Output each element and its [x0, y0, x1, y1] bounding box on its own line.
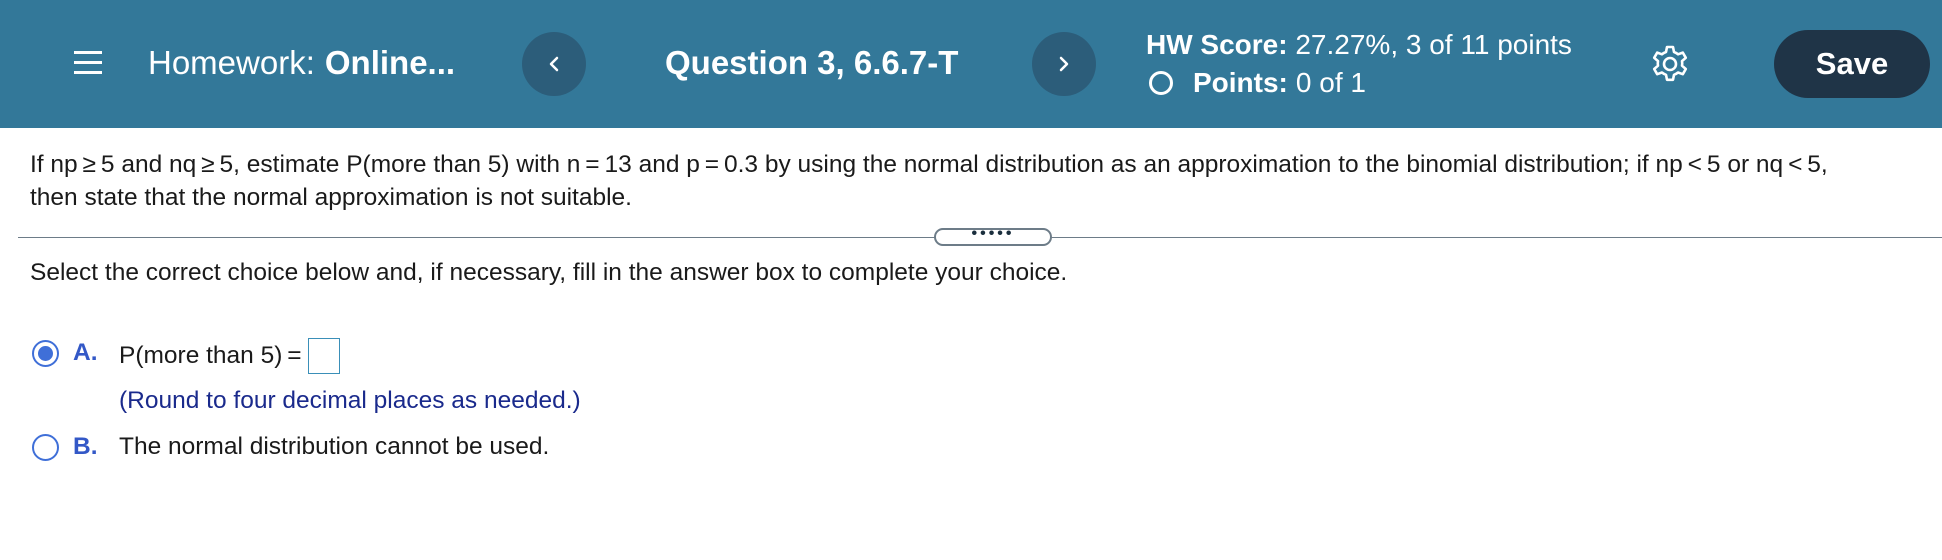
choice-b-letter: B.	[73, 433, 98, 460]
choice-a-body: P(more than 5) = (Round to four decimal …	[119, 338, 581, 416]
question-title: Question 3, 6.6.7-T	[665, 44, 959, 81]
choice-b-radio[interactable]	[32, 434, 59, 461]
chevron-right-icon	[1059, 56, 1069, 72]
points-row: Points: 0 of 1	[1146, 64, 1572, 102]
choice-a-answer-line: P(more than 5) =	[119, 338, 581, 374]
choice-a-text: P(more than 5) =	[119, 342, 302, 369]
chevron-left-icon	[549, 56, 559, 72]
hw-score-value: 27.27%, 3 of 11 points	[1295, 29, 1572, 60]
instruction-text: Select the correct choice below and, if …	[30, 259, 1068, 286]
rounding-hint: (Round to four decimal places as needed.…	[119, 387, 581, 414]
hw-score-label: HW Score:	[1146, 29, 1288, 60]
choice-a[interactable]: A. P(more than 5) = (Round to four decim…	[32, 338, 581, 416]
choice-b[interactable]: B. The normal distribution cannot be use…	[32, 432, 549, 462]
choice-a-letter: A.	[73, 339, 98, 366]
points-label: Points:	[1193, 67, 1288, 98]
homework-title[interactable]: Homework: Online...	[148, 44, 455, 82]
gear-icon[interactable]	[1650, 44, 1690, 84]
points-value: 0 of 1	[1295, 67, 1366, 98]
save-button[interactable]: Save	[1774, 30, 1930, 98]
top-navigation-bar: Homework: Online... Question 3, 6.6.7-T H…	[0, 0, 1942, 128]
question-prompt-line-2: then state that the normal approximation…	[30, 184, 632, 211]
expand-dots-icon: •••••	[971, 225, 1015, 242]
question-prompt: If np ≥ 5 and nq ≥ 5, estimate P(more th…	[30, 148, 1935, 214]
answer-input-box[interactable]	[307, 338, 340, 374]
hamburger-menu-icon[interactable]	[74, 49, 106, 77]
points-status-circle-icon	[1149, 71, 1173, 95]
homework-name: Online...	[324, 44, 456, 81]
next-question-button[interactable]	[1032, 32, 1096, 96]
score-summary: HW Score: 27.27%, 3 of 11 points Points:…	[1146, 26, 1572, 102]
choice-b-text: The normal distribution cannot be used.	[119, 433, 550, 460]
homework-prefix-label: Homework:	[148, 44, 315, 81]
expand-collapse-handle[interactable]: •••••	[934, 225, 1052, 246]
choice-a-radio[interactable]	[32, 340, 59, 367]
hw-score-row: HW Score: 27.27%, 3 of 11 points	[1146, 26, 1572, 64]
previous-question-button[interactable]	[522, 32, 586, 96]
question-prompt-line-1: If np ≥ 5 and nq ≥ 5, estimate P(more th…	[30, 151, 1828, 178]
